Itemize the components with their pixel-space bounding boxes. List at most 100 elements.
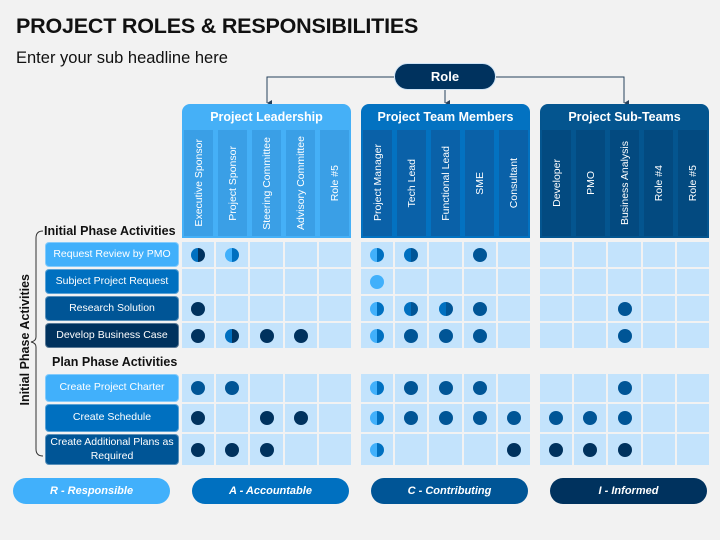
matrix-cell — [216, 269, 249, 294]
matrix-cell — [284, 323, 317, 348]
raci-dot-c — [404, 328, 419, 343]
raci-dot-r-a — [370, 247, 385, 262]
matrix-cell — [497, 323, 531, 348]
matrix-cell — [608, 242, 641, 267]
activity-label: Request Review by PMO — [45, 242, 179, 267]
matrix-cell-group — [361, 269, 531, 294]
role-column-developer: Developer — [542, 130, 571, 236]
matrix-cell-group — [540, 242, 710, 267]
role-column-label: Functional Lead — [439, 145, 452, 221]
section-title-initial: Initial Phase Activities — [44, 224, 176, 238]
matrix-cell — [361, 374, 394, 402]
matrix-cell — [463, 323, 496, 348]
raci-dot-c — [549, 411, 564, 425]
matrix-cell-group — [540, 323, 710, 348]
group-title: Project Leadership — [210, 110, 323, 124]
matrix-cell-group — [182, 269, 352, 294]
role-column-label: Advisory Committee — [294, 136, 307, 230]
matrix-cell — [608, 269, 641, 294]
raci-dot-i — [225, 442, 240, 457]
side-phase-label: Initial Phase Activities — [16, 260, 34, 420]
matrix-cell — [182, 374, 215, 402]
matrix-cell — [318, 323, 352, 348]
matrix-cell — [642, 323, 675, 348]
matrix-cell — [642, 296, 675, 321]
matrix-cell — [395, 434, 428, 465]
matrix-cell — [250, 242, 283, 267]
plan-phase-rows: Create Project Charter Create Schedule Cre… — [45, 374, 710, 465]
matrix-cell — [608, 374, 641, 402]
matrix-cell — [216, 374, 249, 402]
matrix-cell-group — [182, 296, 352, 321]
matrix-cell — [395, 269, 428, 294]
matrix-cell — [216, 242, 249, 267]
activity-row: Research Solution — [45, 296, 710, 321]
raci-dot-c — [438, 328, 453, 343]
matrix-cell — [608, 323, 641, 348]
matrix-cell-group — [361, 434, 531, 465]
section-title-plan: Plan Phase Activities — [52, 355, 178, 369]
matrix-cell — [250, 404, 283, 432]
matrix-cell — [361, 404, 394, 432]
matrix-cell — [395, 404, 428, 432]
page-title: PROJECT ROLES & RESPONSIBILITIES — [16, 14, 419, 38]
matrix-cell — [250, 323, 283, 348]
role-pill: Role — [394, 63, 496, 90]
matrix-cell — [318, 242, 352, 267]
matrix-cell — [395, 242, 428, 267]
role-column-label: Developer — [550, 159, 563, 207]
raci-dot-i — [191, 328, 206, 343]
role-column-functional-lead: Functional Lead — [431, 130, 460, 236]
matrix-cell-group — [540, 374, 710, 402]
raci-dot-a-c — [404, 247, 419, 262]
matrix-cell — [574, 434, 607, 465]
group-columns: Project Manager Tech Lead Functional Lead S… — [363, 130, 528, 236]
raci-dot-c — [438, 381, 453, 395]
matrix-cell — [497, 374, 531, 402]
matrix-cell — [284, 269, 317, 294]
matrix-cell-group — [540, 269, 710, 294]
raci-dot-a-c — [404, 301, 419, 316]
role-column-label: Role #5 — [328, 164, 341, 202]
raci-dot-i — [617, 442, 632, 457]
raci-dot-r — [370, 274, 385, 289]
group-title: Project Sub-Teams — [568, 110, 681, 124]
matrix-cell — [642, 434, 675, 465]
role-column-label: Tech Lead — [405, 158, 418, 208]
matrix-cell — [463, 296, 496, 321]
raci-dot-c — [438, 411, 453, 425]
raci-dot-r-a — [370, 328, 385, 343]
legend-contributing: C - Contributing — [371, 478, 528, 504]
activity-row: Create Project Charter — [45, 374, 710, 402]
matrix-cell — [574, 296, 607, 321]
activity-row: Create Schedule — [45, 404, 710, 432]
raci-dot-i — [506, 442, 521, 457]
group-columns: Developer PMO Business Analysis Role #4 Role… — [542, 130, 707, 236]
matrix-cell — [642, 242, 675, 267]
matrix-cell — [608, 434, 641, 465]
matrix-cell — [216, 296, 249, 321]
matrix-cell-group — [540, 296, 710, 321]
matrix-cell — [395, 296, 428, 321]
role-column-label: Project Manager — [371, 144, 384, 222]
group-columns: Executive Sponsor Project Sponsor Steering… — [184, 130, 349, 236]
role-column-tech-lead: Tech Lead — [397, 130, 426, 236]
activity-label: Subject Project Request — [45, 269, 179, 294]
group-project-leadership: Project Leadership Executive Sponsor Proj… — [182, 104, 351, 238]
matrix-cell — [574, 323, 607, 348]
raci-dot-c — [617, 301, 632, 316]
matrix-cell — [540, 323, 573, 348]
matrix-cell — [497, 269, 531, 294]
matrix-cell — [182, 242, 215, 267]
legend-responsible: R - Responsible — [13, 478, 170, 504]
role-column-label: Executive Sponsor — [192, 139, 205, 227]
raci-dot-c — [617, 411, 632, 425]
activity-row: Request Review by PMO — [45, 242, 710, 267]
matrix-cell-group — [540, 434, 710, 465]
matrix-cell — [540, 269, 573, 294]
activity-label: Create Project Charter — [45, 374, 179, 402]
role-column-label: PMO — [584, 171, 597, 195]
matrix-cell — [463, 434, 496, 465]
matrix-cell-group — [540, 404, 710, 432]
matrix-cell — [361, 434, 394, 465]
